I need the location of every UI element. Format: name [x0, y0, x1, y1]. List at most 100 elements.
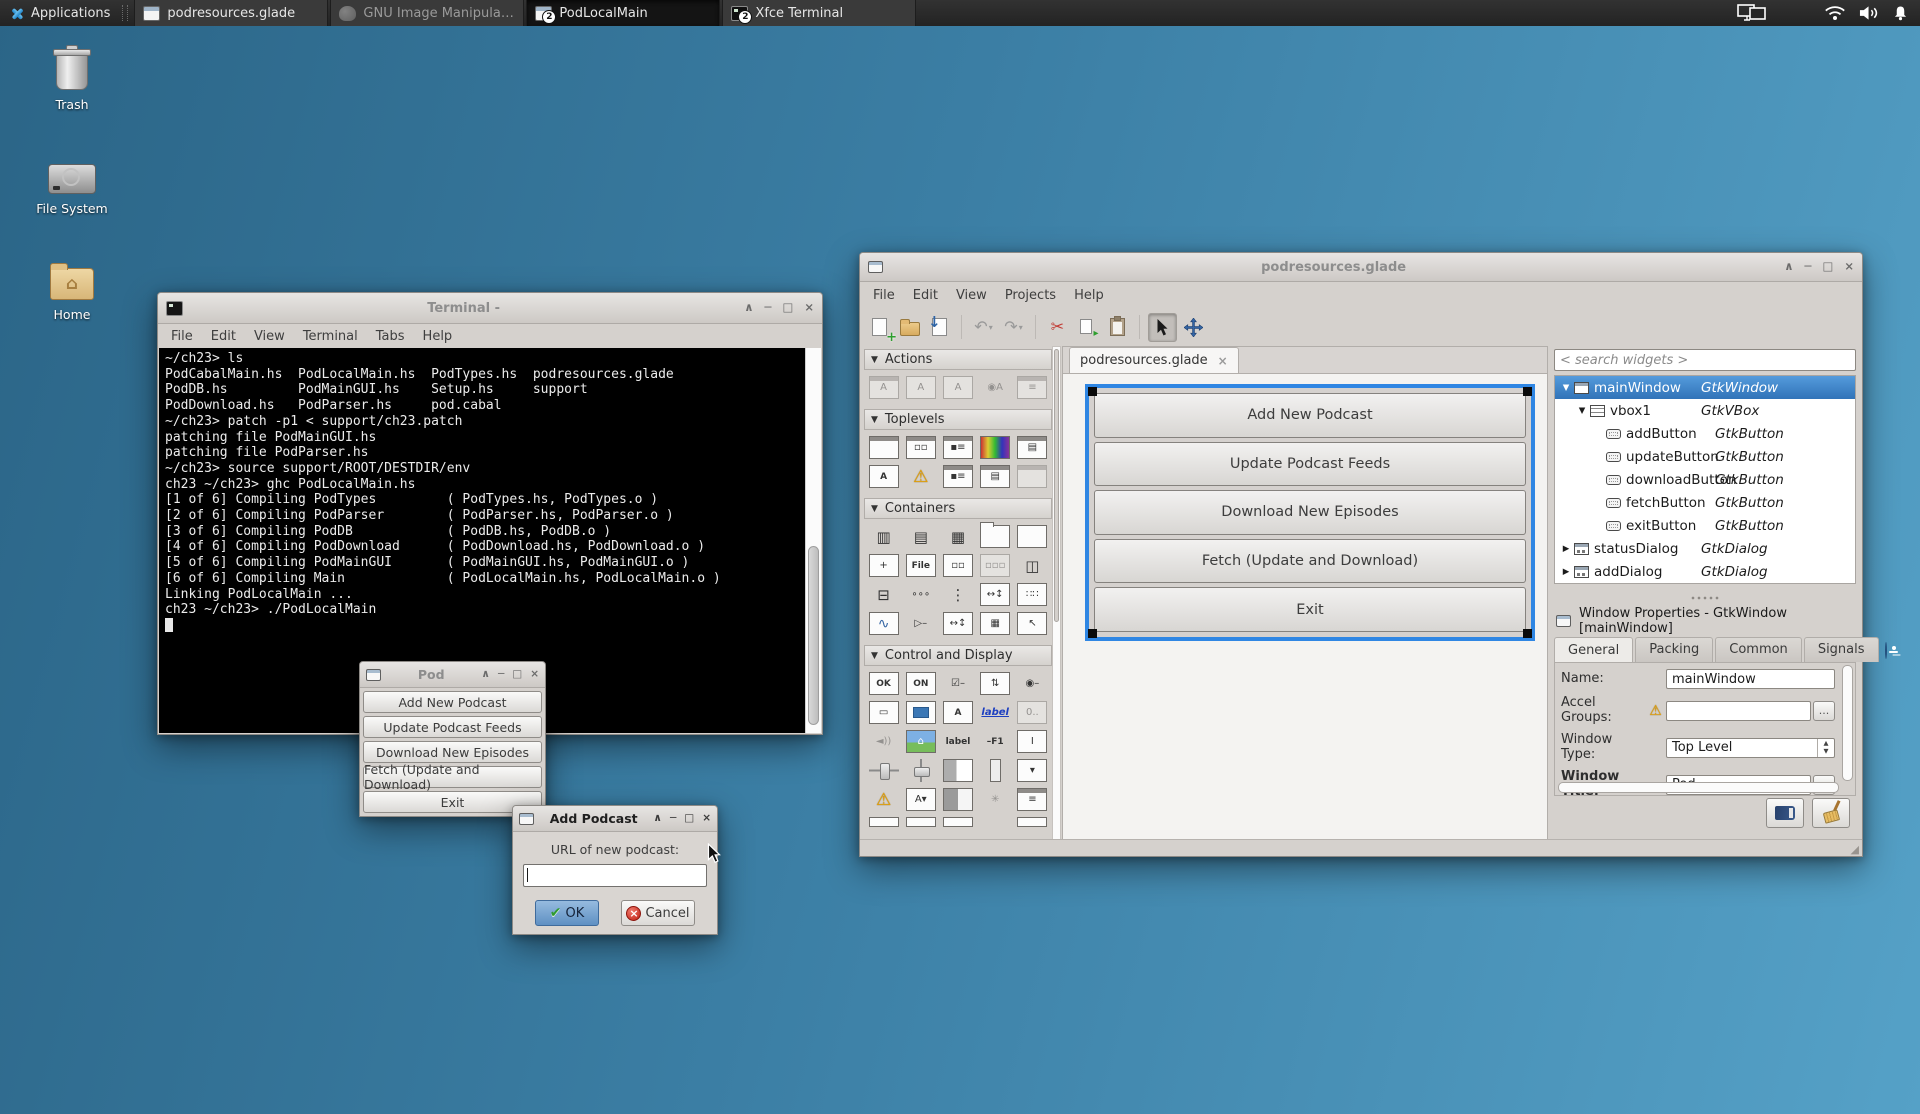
menubar-icon[interactable]: File: [906, 554, 936, 577]
iconview-icon[interactable]: ∷∷: [1017, 583, 1047, 606]
maximize-icon[interactable]: □: [684, 813, 694, 824]
tab-close-icon[interactable]: ×: [1218, 354, 1228, 368]
scrolledwindow-icon[interactable]: ↔↕: [943, 612, 973, 635]
viewport-icon[interactable]: ▦: [980, 612, 1010, 635]
close-icon[interactable]: ×: [804, 302, 814, 314]
hbox-icon[interactable]: ▥: [869, 525, 899, 548]
devhelp-button[interactable]: [1766, 798, 1804, 828]
fixed-icon[interactable]: +: [869, 554, 899, 577]
tree-row-addDialog[interactable]: ▶addDialogGtkDialog: [1555, 560, 1855, 583]
hbuttonbox-icon[interactable]: ▫▫: [943, 554, 973, 577]
desktop-icon-trash[interactable]: Trash: [26, 44, 118, 112]
search-widgets-input[interactable]: < search widgets >: [1554, 349, 1856, 371]
spinbutton-icon[interactable]: ⇅: [980, 672, 1010, 695]
add-podcast-titlebar[interactable]: Add Podcast ∧ ─ □ ×: [513, 806, 717, 832]
pod-button-fetch-update-and-download-[interactable]: Fetch (Update and Download): [363, 766, 542, 788]
menu-item-file[interactable]: File: [162, 327, 202, 346]
tab-packing[interactable]: Packing: [1635, 637, 1713, 662]
paste-button[interactable]: [1104, 314, 1131, 341]
toolbar-icon[interactable]: ▫▫▫: [980, 554, 1010, 577]
wifi-icon[interactable]: [1824, 5, 1846, 21]
glade-titlebar[interactable]: podresources.glade ∧ ─ □ ×: [860, 253, 1862, 282]
menu-item-view[interactable]: View: [245, 327, 294, 346]
name-field[interactable]: mainWindow: [1666, 669, 1835, 689]
copy-button[interactable]: ▸: [1074, 314, 1101, 341]
widget-d-icon[interactable]: [980, 817, 1010, 827]
palette-section-actions[interactable]: ▼Actions: [864, 349, 1052, 370]
new-file-button[interactable]: +: [866, 314, 893, 341]
window-type-field[interactable]: Top Level ▲▼: [1666, 738, 1835, 758]
rollup-icon[interactable]: ∧: [744, 302, 753, 314]
canvas-button-update-podcast-feeds[interactable]: Update Podcast Feeds: [1094, 442, 1526, 487]
minimize-icon[interactable]: ─: [765, 302, 772, 314]
drag-handle[interactable]: [1088, 387, 1097, 396]
menu-item-help[interactable]: Help: [1065, 286, 1113, 305]
linkbutton-icon[interactable]: label: [980, 701, 1010, 724]
hpaned-icon[interactable]: ◫: [1017, 554, 1047, 577]
menu-item-projects[interactable]: Projects: [996, 286, 1065, 305]
pod-titlebar[interactable]: Pod ∧ ─ □ ×: [360, 662, 545, 688]
widget-b-icon[interactable]: [906, 817, 936, 827]
rollup-icon[interactable]: ∧: [1784, 261, 1793, 273]
tree-row-exitButton[interactable]: exitButtonGtkButton: [1555, 514, 1855, 537]
drag-handle[interactable]: [1088, 629, 1097, 638]
maximize-icon[interactable]: □: [512, 669, 522, 680]
accel-groups-ellipsis-button[interactable]: ...: [1813, 701, 1835, 721]
vbuttonbox-icon[interactable]: ⋮: [943, 583, 973, 606]
pod-button-update-podcast-feeds[interactable]: Update Podcast Feeds: [363, 716, 542, 738]
resize-grip-icon[interactable]: ◢: [1851, 844, 1859, 855]
textview-icon[interactable]: ≡: [1017, 788, 1047, 811]
selector-button[interactable]: [1148, 313, 1177, 342]
palette-scrollbar[interactable]: [1052, 346, 1061, 840]
progressbar-icon[interactable]: [943, 759, 973, 782]
warning-icon[interactable]: ⚠: [869, 788, 899, 811]
alignment-icon[interactable]: ↖: [1017, 612, 1047, 635]
save-button[interactable]: ↓: [926, 314, 953, 341]
checkbutton-icon[interactable]: ☑–: [943, 672, 973, 695]
taskbar-item[interactable]: 2PodLocalMain: [526, 0, 720, 26]
url-input[interactable]: [523, 864, 707, 887]
expander-icon[interactable]: ▷–: [906, 612, 936, 635]
action-group-icon[interactable]: A: [869, 376, 899, 399]
taskbar-item[interactable]: GNU Image Manipulation ...: [330, 0, 524, 26]
vscale-icon[interactable]: [906, 759, 936, 782]
widget-a-icon[interactable]: [869, 817, 899, 827]
menu-item-file[interactable]: File: [864, 286, 904, 305]
rollup-icon[interactable]: ∧: [653, 813, 662, 824]
palette-section-control-and-display[interactable]: ▼Control and Display: [864, 645, 1052, 666]
pod-button-add-new-podcast[interactable]: Add New Podcast: [363, 691, 542, 713]
canvas-button-download-new-episodes[interactable]: Download New Episodes: [1094, 490, 1526, 535]
dialog-icon[interactable]: ▫▫: [906, 436, 936, 459]
design-canvas-selection[interactable]: Add New PodcastUpdate Podcast FeedsDownl…: [1085, 384, 1535, 641]
font-chooser-dialog-icon[interactable]: A: [869, 465, 899, 488]
taskbar-item[interactable]: 2Xfce Terminal: [722, 0, 916, 26]
properties-hscrollbar[interactable]: [1558, 782, 1839, 793]
volume-icon[interactable]: [1859, 5, 1880, 21]
canvas-button-add-new-podcast[interactable]: Add New Podcast: [1094, 393, 1526, 438]
close-icon[interactable]: ×: [1844, 261, 1854, 273]
switch-icon[interactable]: [943, 788, 973, 811]
drag-resize-button[interactable]: [1180, 314, 1207, 341]
taskbar-item[interactable]: podresources.glade: [134, 0, 328, 26]
tab-common[interactable]: Common: [1715, 637, 1802, 662]
color-chooser-dialog-icon[interactable]: [980, 436, 1010, 459]
widget-e-icon[interactable]: [1017, 817, 1047, 827]
image-icon[interactable]: ⌂: [906, 730, 936, 753]
maximize-icon[interactable]: □: [1822, 261, 1833, 273]
label-icon[interactable]: label: [943, 730, 973, 753]
stepper-icons[interactable]: ▲▼: [1817, 739, 1834, 757]
palette-section-toplevels[interactable]: ▼Toplevels: [864, 409, 1052, 430]
menu-item-terminal[interactable]: Terminal: [294, 327, 367, 346]
applications-menu-button[interactable]: Applications: [0, 0, 120, 26]
entry-icon[interactable]: I: [1017, 730, 1047, 753]
colorbutton-icon[interactable]: [906, 701, 936, 724]
filechooserbutton-icon[interactable]: ▭: [869, 701, 899, 724]
button-icon[interactable]: OK: [869, 672, 899, 695]
comboboxtext-icon[interactable]: A▾: [906, 788, 936, 811]
radio-action-icon[interactable]: ◉A: [980, 376, 1010, 399]
file-chooser-dialog-icon[interactable]: ▤: [1017, 436, 1047, 459]
notifications-icon[interactable]: [1893, 5, 1908, 21]
editor-tab[interactable]: podresources.glade ×: [1069, 347, 1239, 373]
toggle-action-icon[interactable]: A: [943, 376, 973, 399]
combobox-icon[interactable]: ▾: [1017, 759, 1047, 782]
